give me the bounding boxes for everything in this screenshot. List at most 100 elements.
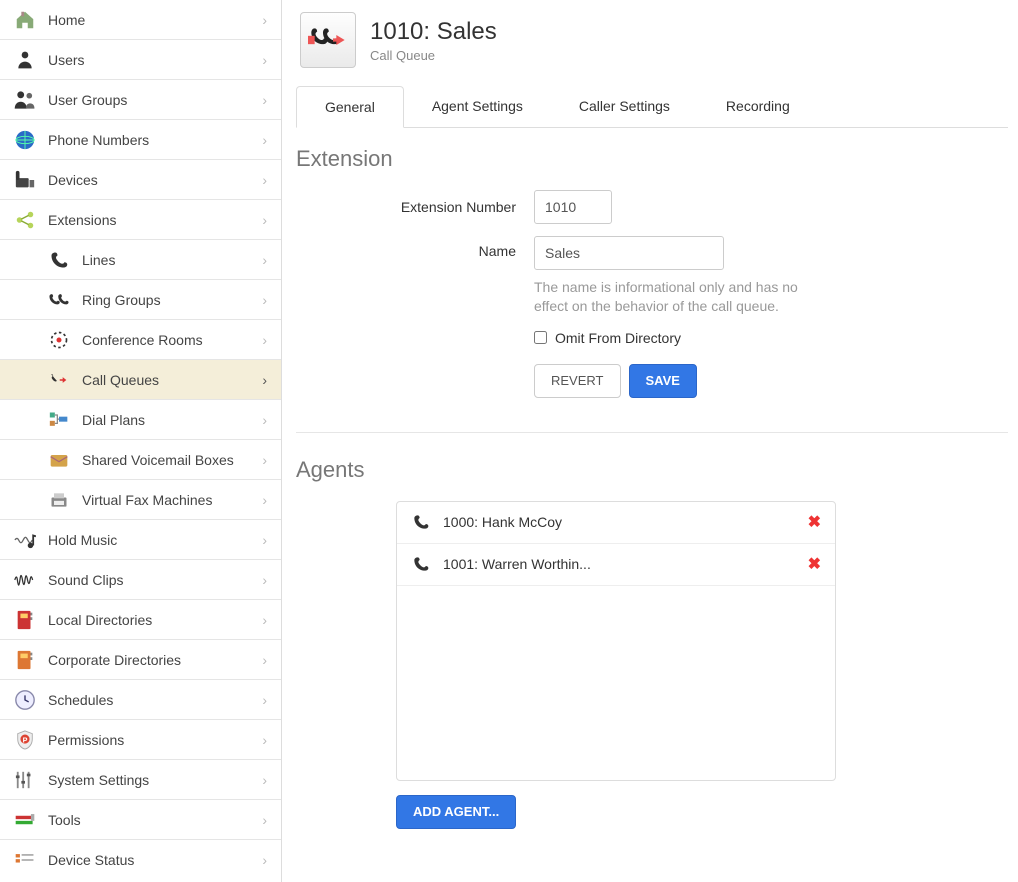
voicemail-icon — [46, 449, 72, 471]
nav-label: Extensions — [48, 212, 269, 228]
nav-extensions[interactable]: Extensions › — [0, 200, 281, 240]
home-icon — [12, 7, 38, 33]
nav-label: Phone Numbers — [48, 132, 269, 148]
shield-icon: P — [12, 727, 38, 753]
nav-system-settings[interactable]: System Settings › — [0, 760, 281, 800]
nav-label: Call Queues — [82, 372, 269, 388]
nav-lines[interactable]: Lines › — [0, 240, 281, 280]
nav-label: Conference Rooms — [82, 332, 269, 348]
book-icon — [12, 607, 38, 633]
user-icon — [12, 47, 38, 73]
chevron-right-icon: › — [262, 332, 267, 348]
nav-label: Devices — [48, 172, 269, 188]
agent-label: 1000: Hank McCoy — [443, 514, 808, 530]
nav-sound-clips[interactable]: Sound Clips › — [0, 560, 281, 600]
phone-icon — [411, 512, 431, 532]
phone-icon — [46, 249, 72, 271]
remove-agent-icon[interactable]: ✖ — [808, 554, 821, 574]
nav-users[interactable]: Users › — [0, 40, 281, 80]
extension-number-label: Extension Number — [296, 199, 534, 215]
chevron-right-icon: › — [262, 492, 267, 508]
page-subtitle: Call Queue — [370, 48, 497, 63]
call-queue-icon — [300, 12, 356, 68]
page-header: 1010: Sales Call Queue — [296, 12, 1008, 68]
chevron-right-icon: › — [262, 452, 267, 468]
ring-group-icon — [46, 289, 72, 311]
chevron-right-icon: › — [262, 652, 267, 668]
nav-devices[interactable]: Devices › — [0, 160, 281, 200]
chevron-right-icon: › — [262, 212, 267, 228]
nav-device-status[interactable]: Device Status › — [0, 840, 281, 880]
agent-row[interactable]: 1001: Warren Worthin... ✖ — [397, 544, 835, 586]
nav-ring-groups[interactable]: Ring Groups › — [0, 280, 281, 320]
tab-recording[interactable]: Recording — [698, 86, 818, 127]
nav-permissions[interactable]: P Permissions › — [0, 720, 281, 760]
nav-local-directories[interactable]: Local Directories › — [0, 600, 281, 640]
dial-plan-icon — [46, 409, 72, 431]
svg-text:P: P — [23, 735, 28, 744]
book-icon — [12, 647, 38, 673]
phone-icon — [411, 554, 431, 574]
sound-icon — [12, 567, 38, 593]
nav-label: Tools — [48, 812, 269, 828]
nav-hold-music[interactable]: Hold Music › — [0, 520, 281, 560]
extension-number-input[interactable] — [534, 190, 612, 224]
name-input[interactable] — [534, 236, 724, 270]
tab-caller-settings[interactable]: Caller Settings — [551, 86, 698, 127]
page-title: 1010: Sales — [370, 18, 497, 46]
chevron-right-icon: › — [262, 132, 267, 148]
chevron-right-icon: › — [262, 52, 267, 68]
nav-label: Schedules — [48, 692, 269, 708]
device-icon — [12, 167, 38, 193]
tabs: General Agent Settings Caller Settings R… — [296, 86, 1008, 128]
status-icon — [12, 847, 38, 873]
nav-schedules[interactable]: Schedules › — [0, 680, 281, 720]
revert-button[interactable]: REVERT — [534, 364, 621, 398]
omit-directory-label: Omit From Directory — [555, 330, 681, 346]
nav-label: Permissions — [48, 732, 269, 748]
nav-home[interactable]: Home › — [0, 0, 281, 40]
nav-user-groups[interactable]: User Groups › — [0, 80, 281, 120]
remove-agent-icon[interactable]: ✖ — [808, 512, 821, 532]
nav-label: Dial Plans — [82, 412, 269, 428]
sidebar: Home › Users › User Groups › Phone Numbe… — [0, 0, 282, 882]
nav-corporate-directories[interactable]: Corporate Directories › — [0, 640, 281, 680]
nav-label: Corporate Directories — [48, 652, 269, 668]
nav-label: User Groups — [48, 92, 269, 108]
tab-general[interactable]: General — [296, 86, 404, 128]
chevron-right-icon: › — [262, 612, 267, 628]
name-label: Name — [296, 236, 534, 259]
chevron-right-icon: › — [262, 372, 267, 388]
nav-tools[interactable]: Tools › — [0, 800, 281, 840]
chevron-right-icon: › — [262, 12, 267, 28]
add-agent-button[interactable]: ADD AGENT... — [396, 795, 516, 829]
users-icon — [12, 87, 38, 113]
agent-row[interactable]: 1000: Hank McCoy ✖ — [397, 502, 835, 544]
main-content: 1010: Sales Call Queue General Agent Set… — [282, 0, 1018, 882]
nav-shared-voicemail[interactable]: Shared Voicemail Boxes › — [0, 440, 281, 480]
chevron-right-icon: › — [262, 812, 267, 828]
nav-conference-rooms[interactable]: Conference Rooms › — [0, 320, 281, 360]
fax-icon — [46, 489, 72, 511]
agent-label: 1001: Warren Worthin... — [443, 556, 808, 572]
tools-icon — [12, 807, 38, 833]
tab-agent-settings[interactable]: Agent Settings — [404, 86, 551, 127]
chevron-right-icon: › — [262, 732, 267, 748]
nav-phone-numbers[interactable]: Phone Numbers › — [0, 120, 281, 160]
nav-dial-plans[interactable]: Dial Plans › — [0, 400, 281, 440]
nav-label: Local Directories — [48, 612, 269, 628]
nav-label: Ring Groups — [82, 292, 269, 308]
agents-section-title: Agents — [296, 457, 1008, 483]
nav-label: Device Status — [48, 852, 269, 868]
extensions-icon — [12, 207, 38, 233]
nav-virtual-fax[interactable]: Virtual Fax Machines › — [0, 480, 281, 520]
nav-label: Home — [48, 12, 269, 28]
save-button[interactable]: SAVE — [629, 364, 697, 398]
nav-label: Hold Music — [48, 532, 269, 548]
nav-label: Virtual Fax Machines — [82, 492, 269, 508]
omit-directory-checkbox[interactable] — [534, 331, 547, 344]
nav-call-queues[interactable]: Call Queues › — [0, 360, 281, 400]
nav-label: Users — [48, 52, 269, 68]
chevron-right-icon: › — [262, 172, 267, 188]
nav-label: Shared Voicemail Boxes — [82, 452, 269, 468]
